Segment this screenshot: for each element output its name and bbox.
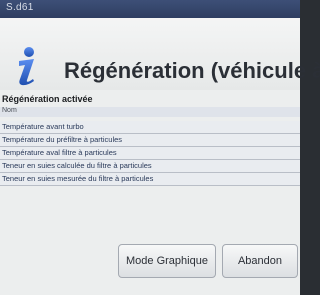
list-item-label: Teneur en suies mesurée du filtre à part… (2, 174, 154, 183)
section-title: Régénération activée (2, 94, 93, 104)
window-titlebar: S.d61 (0, 0, 300, 18)
graph-mode-button[interactable]: Mode Graphique (118, 244, 216, 278)
page-title: Régénération (véhicule à (64, 58, 320, 83)
column-header-name: Nom (2, 107, 17, 114)
list-item-label: Température aval filtre à particules (2, 148, 117, 157)
list-item[interactable]: Teneur en suies mesurée du filtre à part… (0, 173, 300, 186)
column-header: Nom (0, 107, 300, 117)
header: Régénération (véhicule à (0, 18, 320, 90)
list-item-label: Température du préfiltre à particules (2, 135, 123, 144)
list-item[interactable]: Température du préfiltre à particules (0, 134, 300, 147)
parameter-panel: Régénération activée Nom Température ava… (0, 90, 300, 295)
cancel-button[interactable]: Abandon (222, 244, 298, 278)
list-item-label: Teneur en suies calculée du filtre à par… (2, 161, 152, 170)
list-item[interactable]: Teneur en suies calculée du filtre à par… (0, 160, 300, 173)
list-item[interactable]: Température aval filtre à particules (0, 147, 300, 160)
list-item[interactable]: Température avant turbo (0, 121, 300, 134)
window-title: S.d61 (6, 2, 34, 13)
info-icon (10, 46, 44, 86)
list-item-label: Température avant turbo (2, 122, 84, 131)
